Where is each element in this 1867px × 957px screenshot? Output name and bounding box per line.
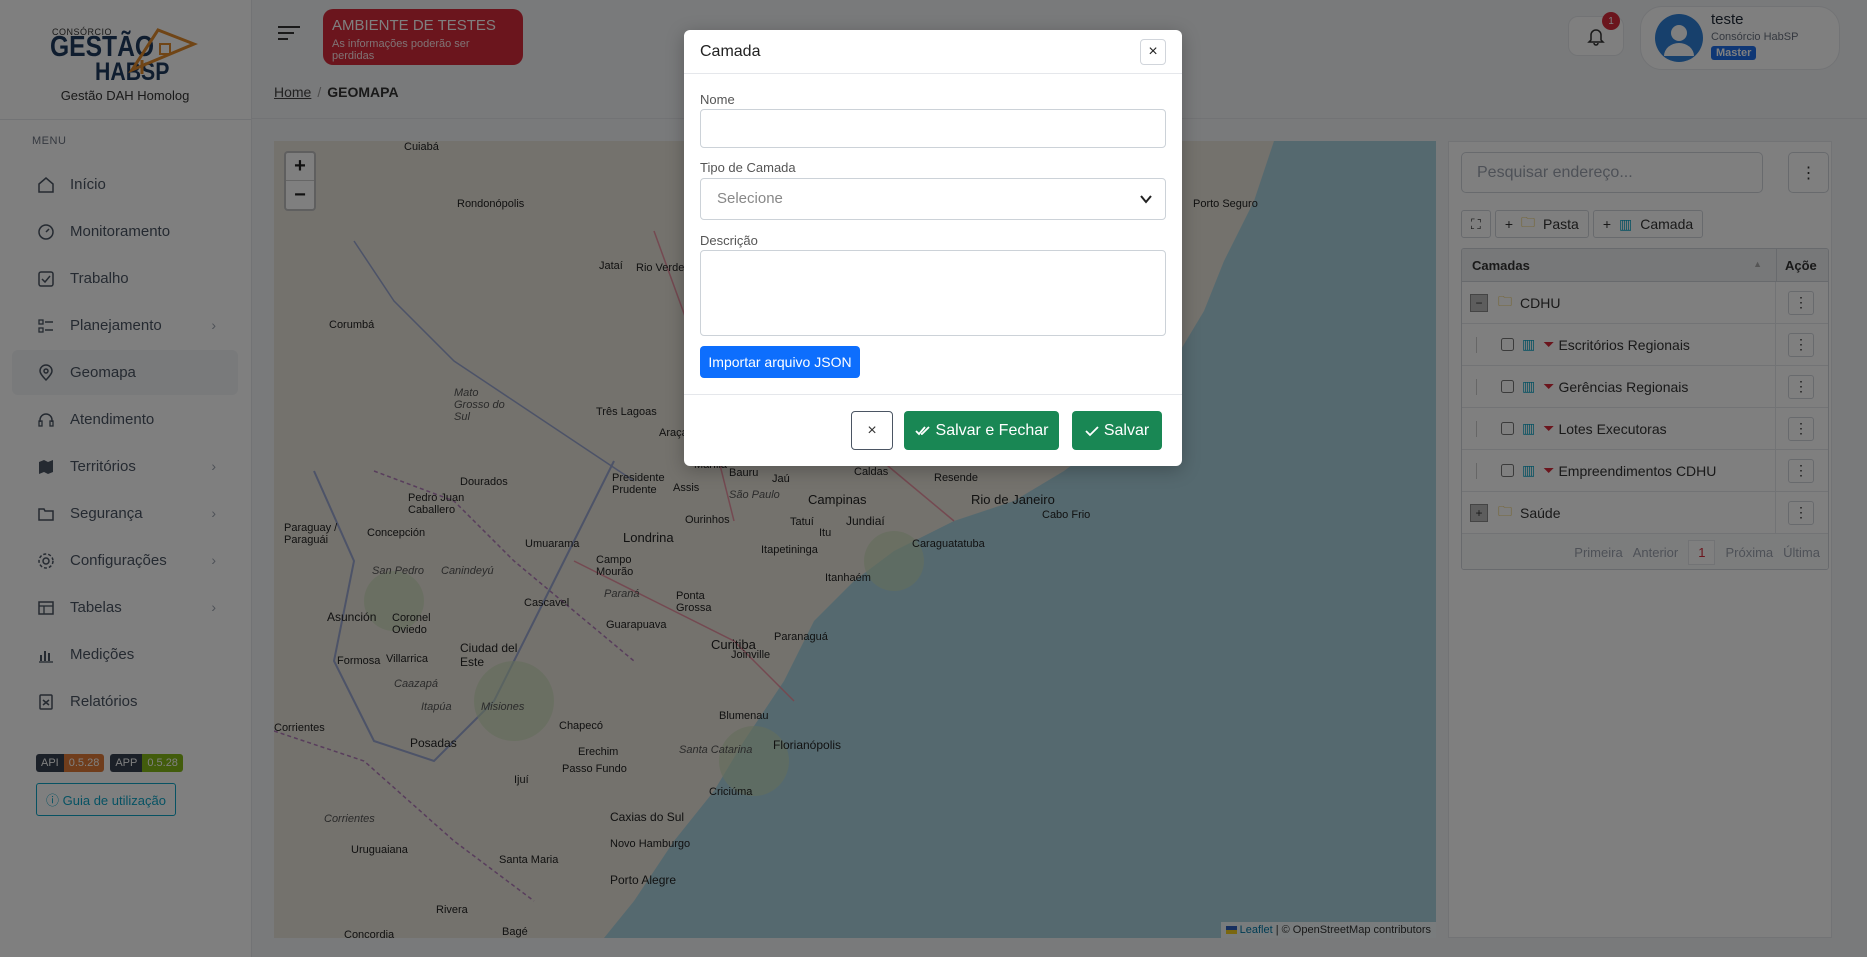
save-and-close-button[interactable]: Salvar e Fechar: [904, 411, 1059, 450]
close-button[interactable]: ×: [1140, 39, 1166, 65]
layer-type-label: Tipo de Camada: [700, 160, 796, 175]
close-icon: ×: [867, 421, 877, 439]
layer-type-select[interactable]: Selecione: [700, 178, 1166, 220]
double-check-icon: [914, 425, 930, 435]
layer-type-placeholder: Selecione: [717, 190, 783, 207]
cancel-button[interactable]: ×: [851, 411, 893, 450]
save-button[interactable]: Salvar: [1072, 411, 1162, 450]
save-label: Salvar: [1103, 421, 1150, 439]
modal-header: Camada ×: [684, 30, 1182, 74]
description-textarea[interactable]: [700, 250, 1166, 336]
name-label: Nome: [700, 92, 735, 107]
layer-modal: Camada × Nome Tipo de Camada Selecione D…: [684, 30, 1182, 466]
import-json-button[interactable]: Importar arquivo JSON: [700, 346, 860, 378]
modal-title: Camada: [700, 43, 761, 60]
modal-footer-divider: [684, 394, 1182, 395]
check-icon: [1085, 425, 1099, 436]
close-icon: ×: [1148, 43, 1158, 60]
name-field[interactable]: [700, 109, 1166, 148]
save-and-close-label: Salvar e Fechar: [935, 421, 1049, 439]
description-label: Descrição: [700, 233, 758, 248]
chevron-down-icon: [1140, 195, 1152, 204]
